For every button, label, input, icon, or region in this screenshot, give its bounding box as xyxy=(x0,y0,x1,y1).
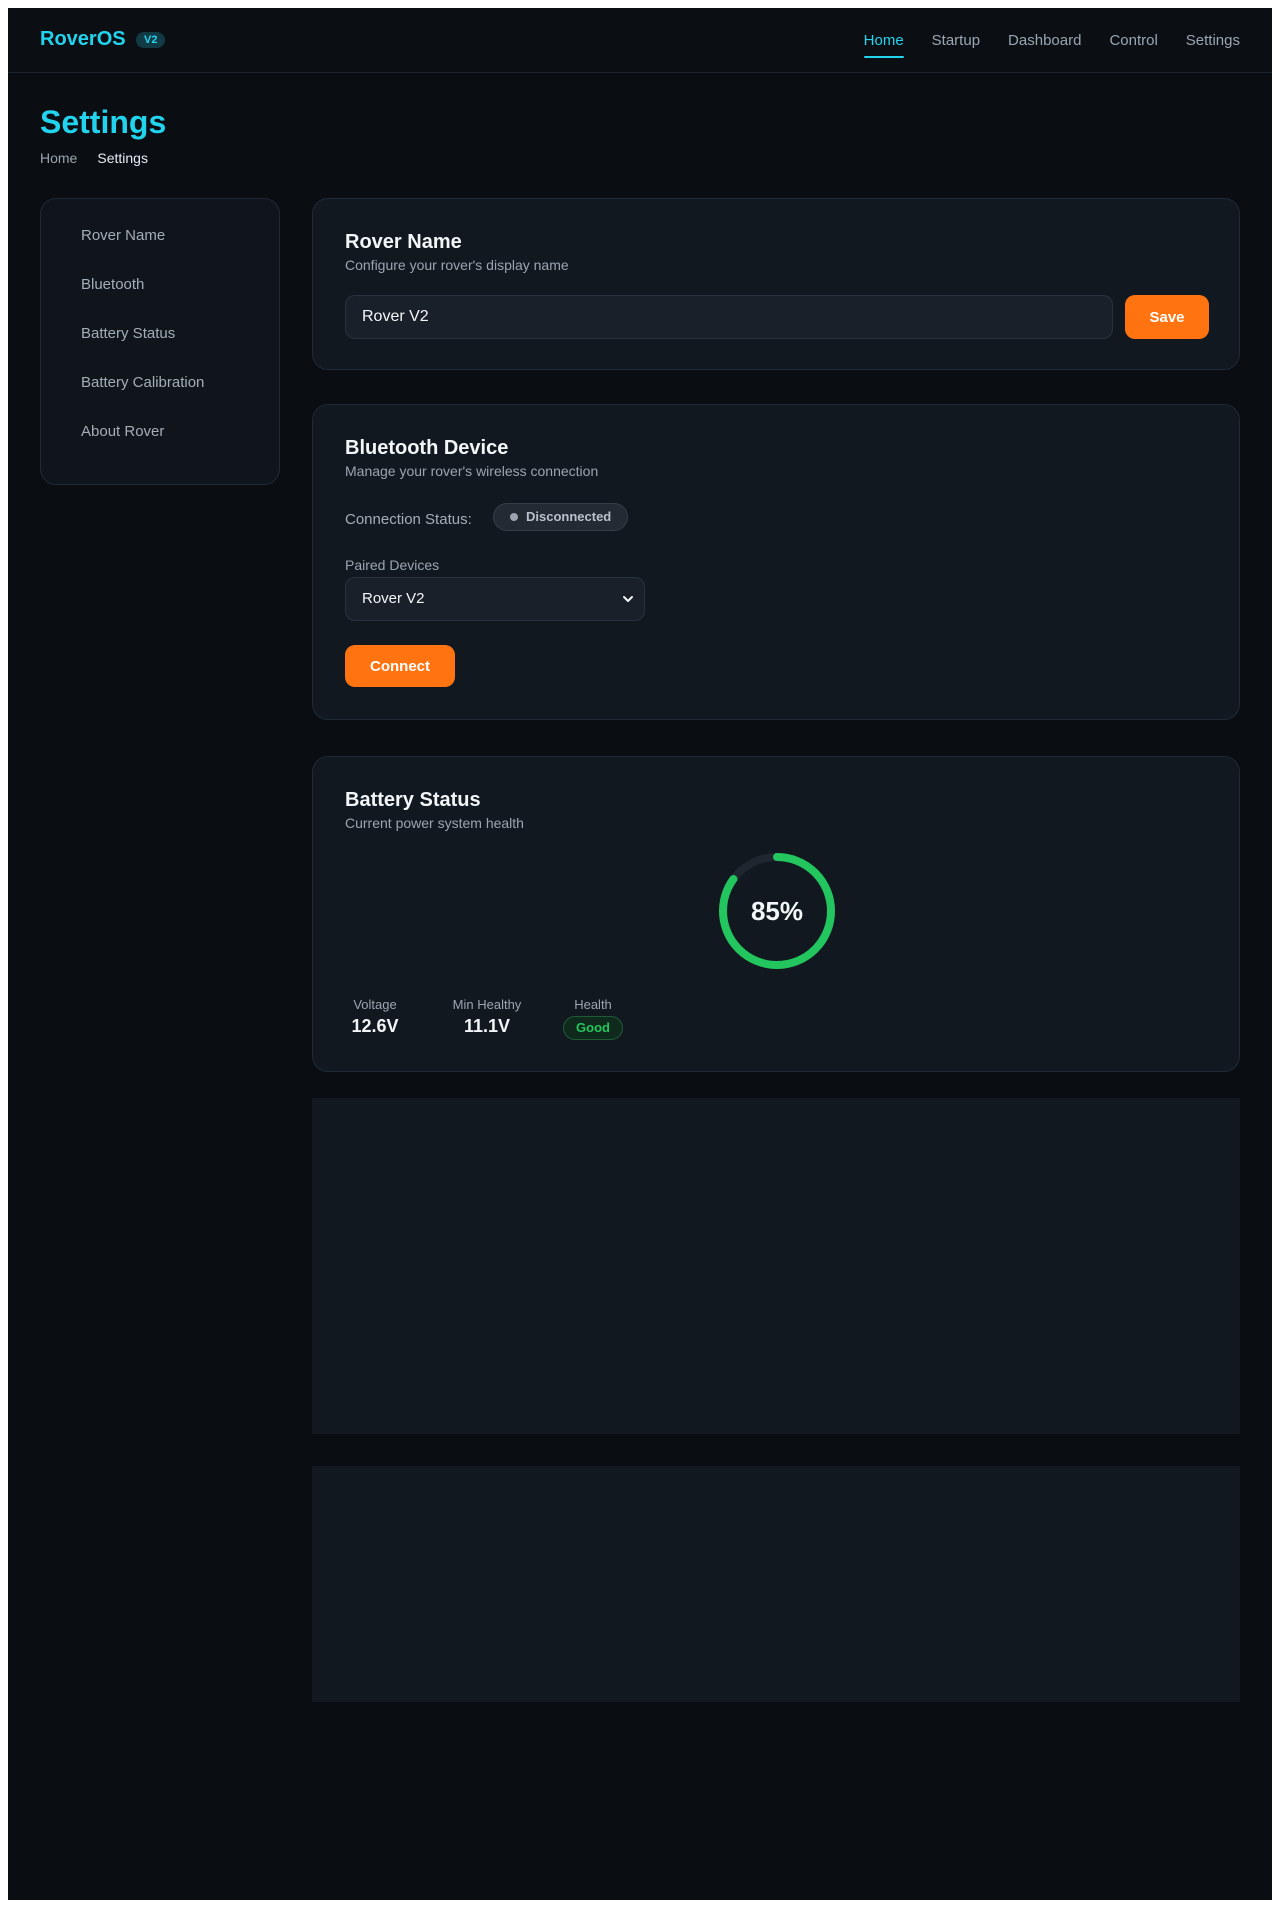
health-stat: Health Good xyxy=(553,997,633,1040)
stat-value: 11.1V xyxy=(463,1016,511,1036)
paired-device-select[interactable]: Rover V2 xyxy=(345,577,645,621)
main-nav: Home Startup Dashboard Control Settings xyxy=(863,32,1240,58)
settings-sidebar: Rover Name Bluetooth Battery Status Batt… xyxy=(40,198,280,485)
sidebar-item-battery-calibration[interactable]: Battery Calibration xyxy=(41,370,279,419)
breadcrumb: Home Settings xyxy=(40,150,148,166)
save-button[interactable]: Save xyxy=(1125,295,1209,339)
nav-settings[interactable]: Settings xyxy=(1186,32,1240,50)
chevron-down-icon xyxy=(623,596,633,602)
brand-logo[interactable]: RoverOS xyxy=(40,28,126,51)
sidebar-item-rover-name[interactable]: Rover Name xyxy=(41,223,279,272)
status-dot-icon xyxy=(510,513,518,521)
app-window: RoverOS V2 Home Startup Dashboard Contro… xyxy=(8,8,1272,1900)
voltage-stat: Voltage 12.6V xyxy=(345,997,405,1037)
stat-label: Health xyxy=(574,997,612,1012)
sidebar-item-about-rover[interactable]: About Rover xyxy=(41,419,279,468)
card-title: Rover Name xyxy=(345,231,462,253)
loading-panel xyxy=(312,1466,1240,1702)
breadcrumb-home[interactable]: Home xyxy=(40,150,77,166)
rover-name-input[interactable] xyxy=(345,295,1113,339)
connection-status-badge: Disconnected xyxy=(493,503,629,531)
nav-control[interactable]: Control xyxy=(1109,32,1157,50)
connect-button[interactable]: Connect xyxy=(345,645,455,687)
breadcrumb-current: Settings xyxy=(97,150,148,166)
stat-label: Voltage xyxy=(353,997,397,1012)
health-badge: Good xyxy=(563,1016,623,1040)
nav-home[interactable]: Home xyxy=(863,32,904,58)
selected-device: Rover V2 xyxy=(362,590,425,607)
page-title: Settings xyxy=(40,104,167,140)
nav-dashboard[interactable]: Dashboard xyxy=(1008,32,1081,50)
battery-percent: 85% xyxy=(750,896,804,926)
sidebar-item-battery-status[interactable]: Battery Status xyxy=(41,321,279,370)
card-title: Battery Status xyxy=(345,789,481,811)
loading-panel xyxy=(312,1098,1240,1434)
top-navbar: RoverOS V2 Home Startup Dashboard Contro… xyxy=(8,8,1272,73)
stat-value: 12.6V xyxy=(351,1016,399,1036)
stat-label: Min Healthy xyxy=(452,997,522,1012)
card-subtitle: Current power system health xyxy=(345,815,524,831)
nav-startup[interactable]: Startup xyxy=(932,32,980,50)
card-title: Bluetooth Device xyxy=(345,437,509,459)
bluetooth-card: Bluetooth Device Manage your rover's wir… xyxy=(312,404,1240,720)
rover-name-card: Rover Name Configure your rover's displa… xyxy=(312,198,1240,370)
card-subtitle: Manage your rover's wireless connection xyxy=(345,463,599,479)
sidebar-item-bluetooth[interactable]: Bluetooth xyxy=(41,272,279,321)
min-healthy-stat: Min Healthy 11.1V xyxy=(447,997,527,1037)
connection-status-label: Connection Status: xyxy=(345,511,472,528)
paired-devices-label: Paired Devices xyxy=(345,557,440,573)
battery-status-card: Battery Status Current power system heal… xyxy=(312,756,1240,1072)
connection-status-text: Disconnected xyxy=(526,509,612,524)
card-subtitle: Configure your rover's display name xyxy=(345,257,569,273)
version-badge: V2 xyxy=(136,32,166,48)
